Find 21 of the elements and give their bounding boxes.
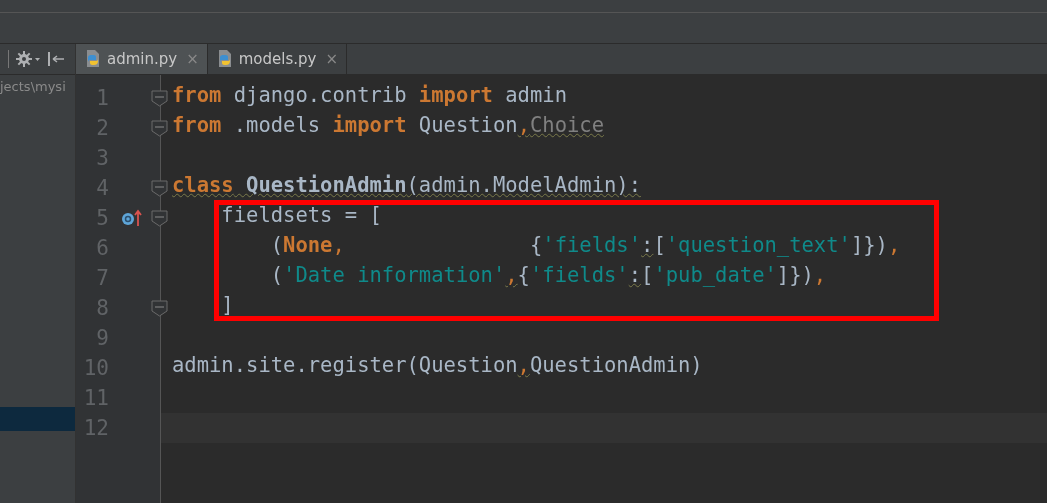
code-line: class QuestionAdmin(admin.ModelAdmin):	[171, 173, 642, 199]
fold-marker-icon[interactable]	[151, 300, 168, 317]
fold-marker-icon[interactable]	[151, 210, 168, 227]
close-icon[interactable]: ×	[186, 50, 199, 68]
code-line: ]	[220, 293, 235, 319]
collapse-icon[interactable]	[47, 51, 65, 67]
settings-icon[interactable]	[15, 50, 41, 68]
code-line: from .models import Question,Choice	[171, 113, 606, 139]
code-line: ('Date information',{'fields':['pub_date']}),	[269, 263, 828, 289]
editor-tab[interactable]: admin.py ×	[76, 44, 208, 74]
fold-marker-icon[interactable]	[151, 120, 168, 137]
project-path[interactable]: jects\mysi	[0, 75, 66, 103]
override-marker-icon[interactable]	[121, 209, 143, 227]
fold-marker-icon[interactable]	[151, 90, 168, 107]
code-line: (None, {'fields':['question_text']}),	[269, 233, 902, 259]
code-line: admin.site.register(Question,QuestionAdmin)	[171, 353, 704, 379]
python-file-icon	[84, 49, 102, 69]
code-line: fieldsets = [	[220, 203, 383, 229]
close-icon[interactable]: ×	[325, 50, 339, 68]
fold-marker-icon[interactable]	[151, 180, 168, 197]
code-line: from django.contrib import admin	[171, 83, 568, 109]
